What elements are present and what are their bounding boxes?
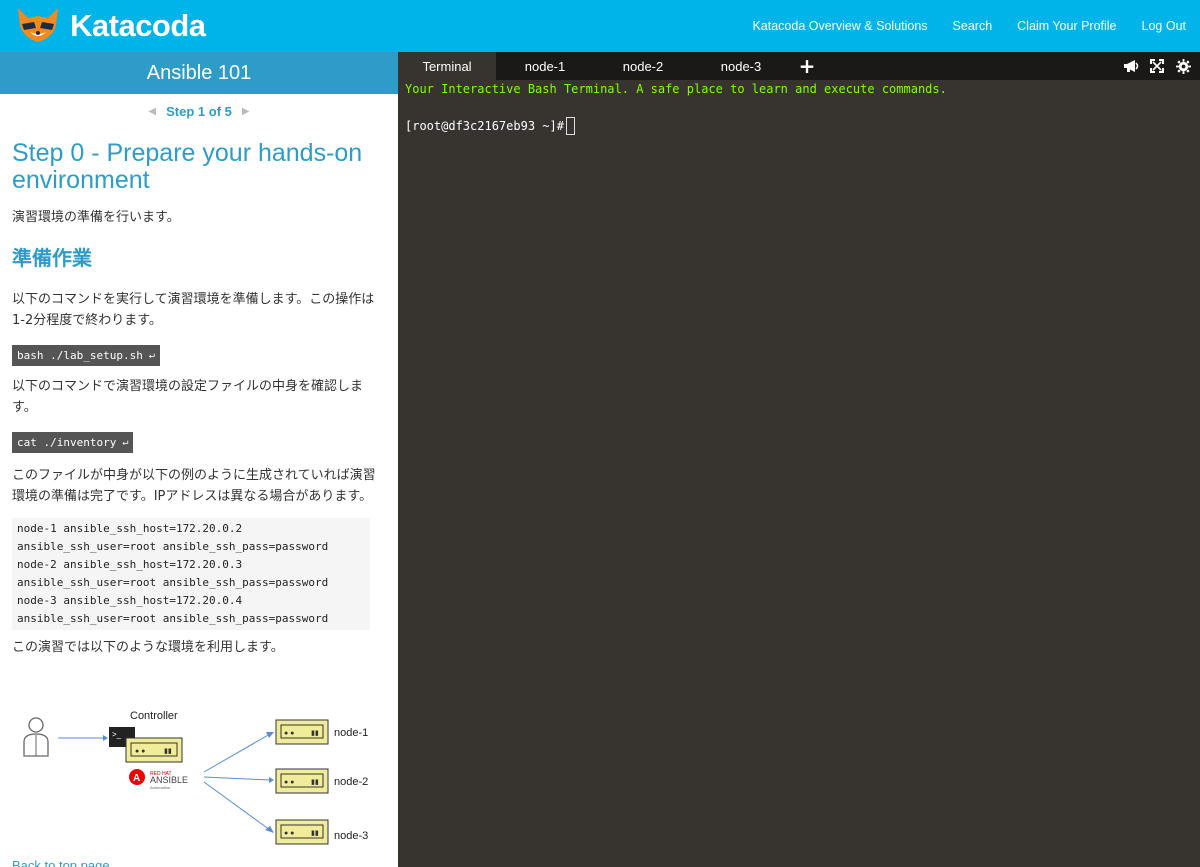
node-1-server-icon: ● ● ▮▮ — [275, 719, 329, 745]
user-icon — [23, 717, 49, 757]
controller-label: Controller — [130, 710, 178, 722]
step-navigation: ◀ Step 1 of 5 ▶ — [0, 94, 398, 128]
gear-icon[interactable] — [1170, 58, 1196, 74]
ansible-text: ANSIBLE — [150, 775, 188, 785]
terminal-toolbar — [1118, 52, 1196, 80]
step-content: Step 0 - Prepare your hands-on environme… — [0, 140, 398, 658]
tab-node-2[interactable]: node-2 — [594, 52, 692, 80]
paragraph-4: この演習では以下のような環境を利用します。 — [12, 640, 284, 655]
paragraph-3: このファイルが中身が以下の例のように生成されていれば演習環境の準備は完了です。I… — [12, 468, 376, 504]
add-tab-button[interactable]: + — [798, 52, 816, 80]
terminal-banner: Your Interactive Bash Terminal. A safe p… — [405, 82, 947, 96]
code-line: node-2 ansible_ssh_host=172.20.0.3 — [17, 558, 243, 571]
svg-text:▮▮: ▮▮ — [164, 748, 172, 755]
terminal-tab-bar: Terminal node-1 node-2 node-3 + — [398, 52, 1200, 80]
code-line: ansible_ssh_user=root ansible_ssh_pass=p… — [17, 576, 329, 589]
fox-logo-icon — [12, 4, 64, 48]
command-text: cat ./inventory — [17, 436, 117, 449]
svg-text:A: A — [133, 773, 140, 784]
code-line: node-3 ansible_ssh_host=172.20.0.4 — [17, 594, 243, 607]
top-nav: Katacoda Overview & Solutions Search Cla… — [727, 0, 1186, 52]
subheading: 準備作業 — [12, 246, 92, 270]
environment-diagram: Controller >_ ● ● ▮▮ A RED HAT ANSIBLE A… — [0, 702, 398, 852]
nav-claim-profile-link[interactable]: Claim Your Profile — [1017, 19, 1116, 33]
automation-text: Automation — [150, 785, 170, 790]
node-2-label: node-2 — [334, 776, 368, 788]
node-3-label: node-3 — [334, 830, 368, 842]
controller-server-icon: ● ● ▮▮ — [125, 737, 183, 763]
return-icon: ↵ — [148, 350, 155, 361]
svg-text:▮▮: ▮▮ — [311, 830, 319, 837]
svg-text:▮▮: ▮▮ — [311, 779, 319, 786]
chevron-left-icon[interactable]: ◀ — [148, 106, 156, 117]
svg-text:● ●: ● ● — [284, 730, 294, 737]
intro-text: 演習環境の準備を行います。 — [12, 210, 180, 225]
paragraph-2: 以下のコマンドで演習環境の設定ファイルの中身を確認します。 — [12, 379, 364, 415]
katacoda-logo[interactable]: Katacoda — [12, 5, 206, 47]
svg-text:● ●: ● ● — [284, 779, 294, 786]
back-to-top-link[interactable]: Back to top page — [12, 858, 110, 867]
nav-logout-link[interactable]: Log Out — [1142, 19, 1186, 33]
node-3-server-icon: ● ● ▮▮ — [275, 819, 329, 845]
return-icon: ↵ — [122, 437, 129, 448]
code-line: ansible_ssh_user=root ansible_ssh_pass=p… — [17, 540, 329, 553]
top-bar: Katacoda Katacoda Overview & Solutions S… — [0, 0, 1200, 52]
code-line: ansible_ssh_user=root ansible_ssh_pass=p… — [17, 612, 329, 625]
nav-overview-link[interactable]: Katacoda Overview & Solutions — [752, 19, 927, 33]
expand-icon[interactable] — [1144, 59, 1170, 73]
tab-terminal[interactable]: Terminal — [398, 52, 496, 80]
terminal-prompt-line: [root@df3c2167eb93 ~]# — [405, 117, 575, 135]
svg-text:>_: >_ — [112, 730, 122, 739]
ansible-logo-icon: A — [129, 769, 145, 785]
svg-text:● ●: ● ● — [284, 830, 294, 837]
command-text: bash ./lab_setup.sh — [17, 349, 143, 362]
step-label: Step 1 of 5 — [166, 103, 232, 119]
node-2-server-icon: ● ● ▮▮ — [275, 768, 329, 794]
tab-node-1[interactable]: node-1 — [496, 52, 594, 80]
command-cat-inventory[interactable]: cat ./inventory ↵ — [12, 432, 134, 453]
tab-node-3[interactable]: node-3 — [692, 52, 790, 80]
code-line: node-1 ansible_ssh_host=172.20.0.2 — [17, 522, 243, 535]
svg-text:● ●: ● ● — [135, 748, 145, 755]
step-heading: Step 0 - Prepare your hands-on environme… — [12, 139, 363, 194]
paragraph-1: 以下のコマンドを実行して演習環境を準備します。この操作は1-2分程度で終わります… — [12, 292, 375, 328]
node-1-label: node-1 — [334, 727, 368, 739]
chevron-right-icon[interactable]: ▶ — [242, 106, 250, 117]
nav-search-link[interactable]: Search — [953, 19, 993, 33]
brand-name: Katacoda — [70, 8, 206, 43]
course-title: Ansible 101 — [0, 52, 398, 94]
terminal-panel: Terminal node-1 node-2 node-3 + Your Int… — [398, 52, 1200, 867]
command-lab-setup[interactable]: bash ./lab_setup.sh ↵ — [12, 345, 160, 366]
megaphone-icon[interactable] — [1118, 59, 1144, 73]
terminal-prompt: [root@df3c2167eb93 ~]# — [405, 119, 564, 133]
instructions-panel: Ansible 101 ◀ Step 1 of 5 ▶ Step 0 - Pre… — [0, 52, 398, 867]
terminal-cursor — [565, 117, 575, 135]
inventory-code-block: node-1 ansible_ssh_host=172.20.0.2 ansib… — [12, 518, 370, 630]
svg-text:▮▮: ▮▮ — [311, 730, 319, 737]
